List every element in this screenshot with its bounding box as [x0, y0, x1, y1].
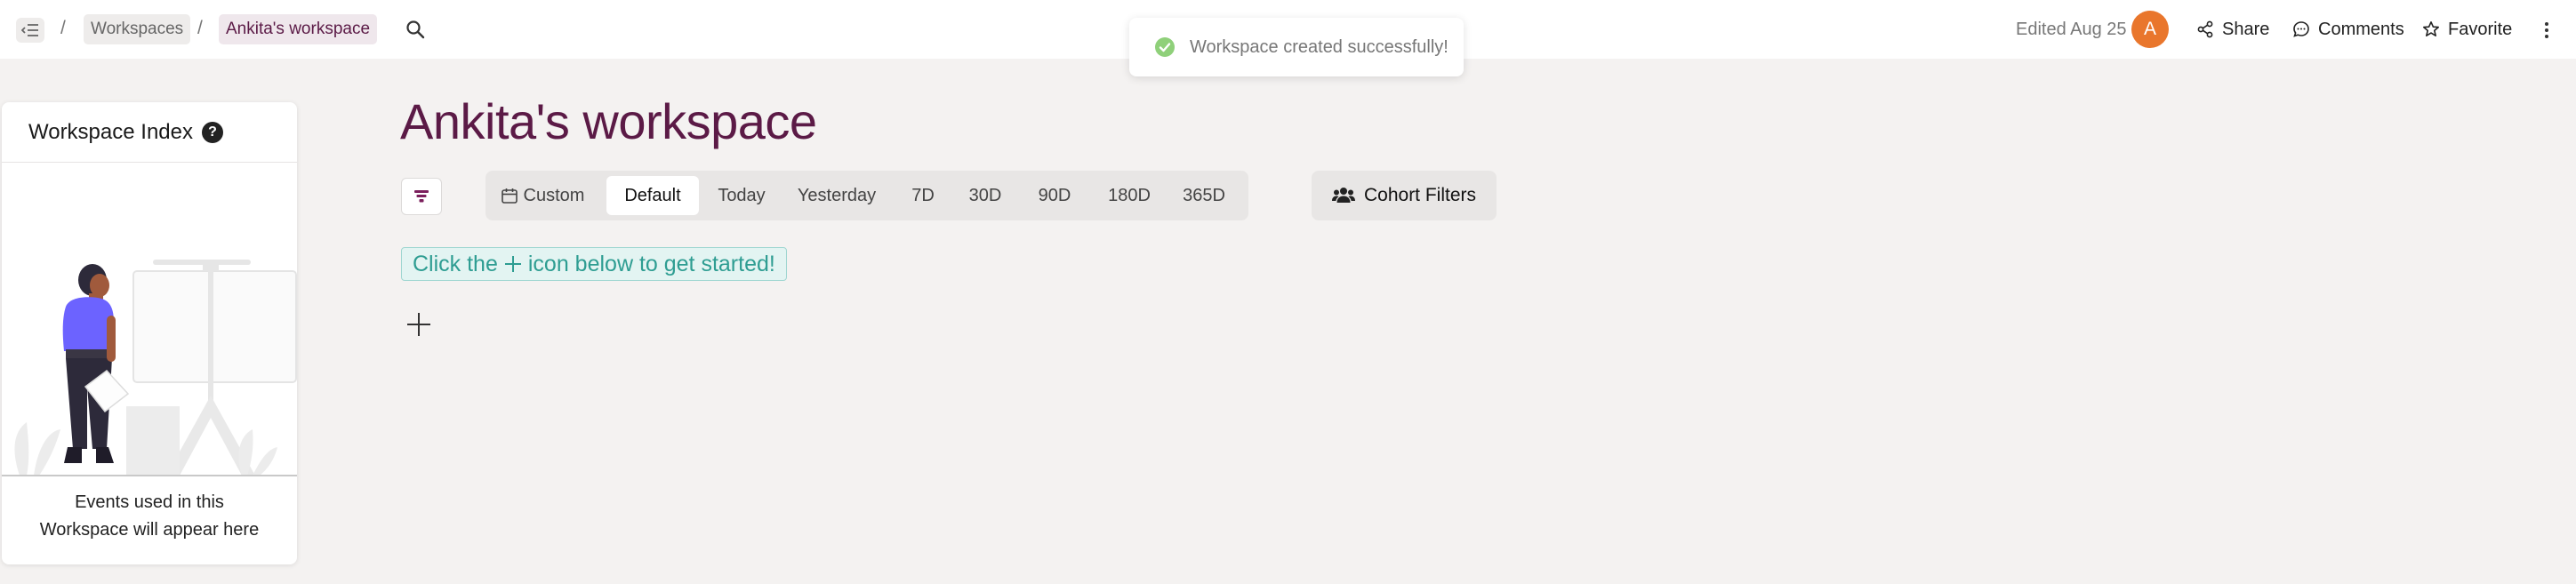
hint-text-end: icon below to get started!	[527, 252, 775, 276]
workspace-index-title: Workspace Index	[28, 119, 193, 144]
date-range-7d[interactable]: 7D	[898, 176, 948, 215]
date-range-default[interactable]: Default	[606, 176, 699, 215]
toast-message: Workspace created successfully!	[1190, 36, 1448, 57]
search-icon[interactable]	[405, 19, 426, 40]
workspace-index-panel: Workspace Index ? Events used in this Wo…	[2, 102, 297, 564]
comments-button[interactable]: Comments	[2292, 16, 2404, 43]
date-range-selector: Custom Default Today Yesterday 7D 30D 90…	[486, 171, 1248, 220]
date-range-custom[interactable]: Custom	[498, 176, 587, 215]
cohort-filters-button[interactable]: Cohort Filters	[1312, 171, 1497, 220]
breadcrumb-current-workspace[interactable]: Ankita's workspace	[219, 14, 378, 44]
filter-button[interactable]	[401, 178, 442, 215]
sidebar-toggle-button[interactable]	[16, 18, 44, 43]
comments-label: Comments	[2318, 19, 2404, 39]
share-label: Share	[2222, 19, 2270, 39]
hint-text-start: Click the	[413, 252, 498, 276]
star-icon	[2422, 20, 2440, 37]
avatar[interactable]: A	[2131, 11, 2169, 48]
menu-collapse-icon	[21, 24, 38, 36]
comment-icon	[2293, 21, 2309, 37]
date-range-365d[interactable]: 365D	[1170, 176, 1238, 215]
date-range-today[interactable]: Today	[708, 176, 775, 215]
more-options-icon[interactable]	[2541, 18, 2552, 43]
add-widget-plus-icon[interactable]	[405, 311, 432, 338]
success-toast: Workspace created successfully!	[1129, 18, 1464, 76]
share-button[interactable]: Share	[2196, 16, 2269, 43]
date-range-custom-label: Custom	[523, 186, 585, 205]
users-icon	[1331, 188, 1355, 203]
funnel-icon	[414, 190, 429, 203]
breadcrumb-separator: /	[60, 18, 66, 38]
date-range-90d[interactable]: 90D	[1026, 176, 1083, 215]
date-range-180d[interactable]: 180D	[1095, 176, 1163, 215]
workspace-index-header: Workspace Index ?	[2, 102, 297, 163]
breadcrumb-separator: /	[197, 18, 203, 38]
last-edited-text: Edited Aug 25	[2016, 20, 2127, 39]
plus-icon	[504, 256, 521, 272]
share-icon	[2197, 20, 2213, 38]
getting-started-hint: Click the icon below to get started!	[401, 247, 787, 281]
page-title: Ankita's workspace	[400, 93, 817, 149]
help-icon[interactable]: ?	[201, 121, 223, 143]
date-range-30d[interactable]: 30D	[957, 176, 1014, 215]
check-circle-icon	[1155, 37, 1175, 57]
breadcrumb-workspaces[interactable]: Workspaces	[84, 14, 191, 44]
favorite-label: Favorite	[2448, 19, 2513, 39]
calendar-icon	[501, 188, 518, 204]
date-range-yesterday[interactable]: Yesterday	[788, 176, 886, 215]
favorite-button[interactable]: Favorite	[2422, 16, 2512, 43]
cohort-filters-label: Cohort Filters	[1363, 185, 1477, 205]
workspace-index-empty-text: Events used in this Workspace will appea…	[39, 492, 260, 540]
